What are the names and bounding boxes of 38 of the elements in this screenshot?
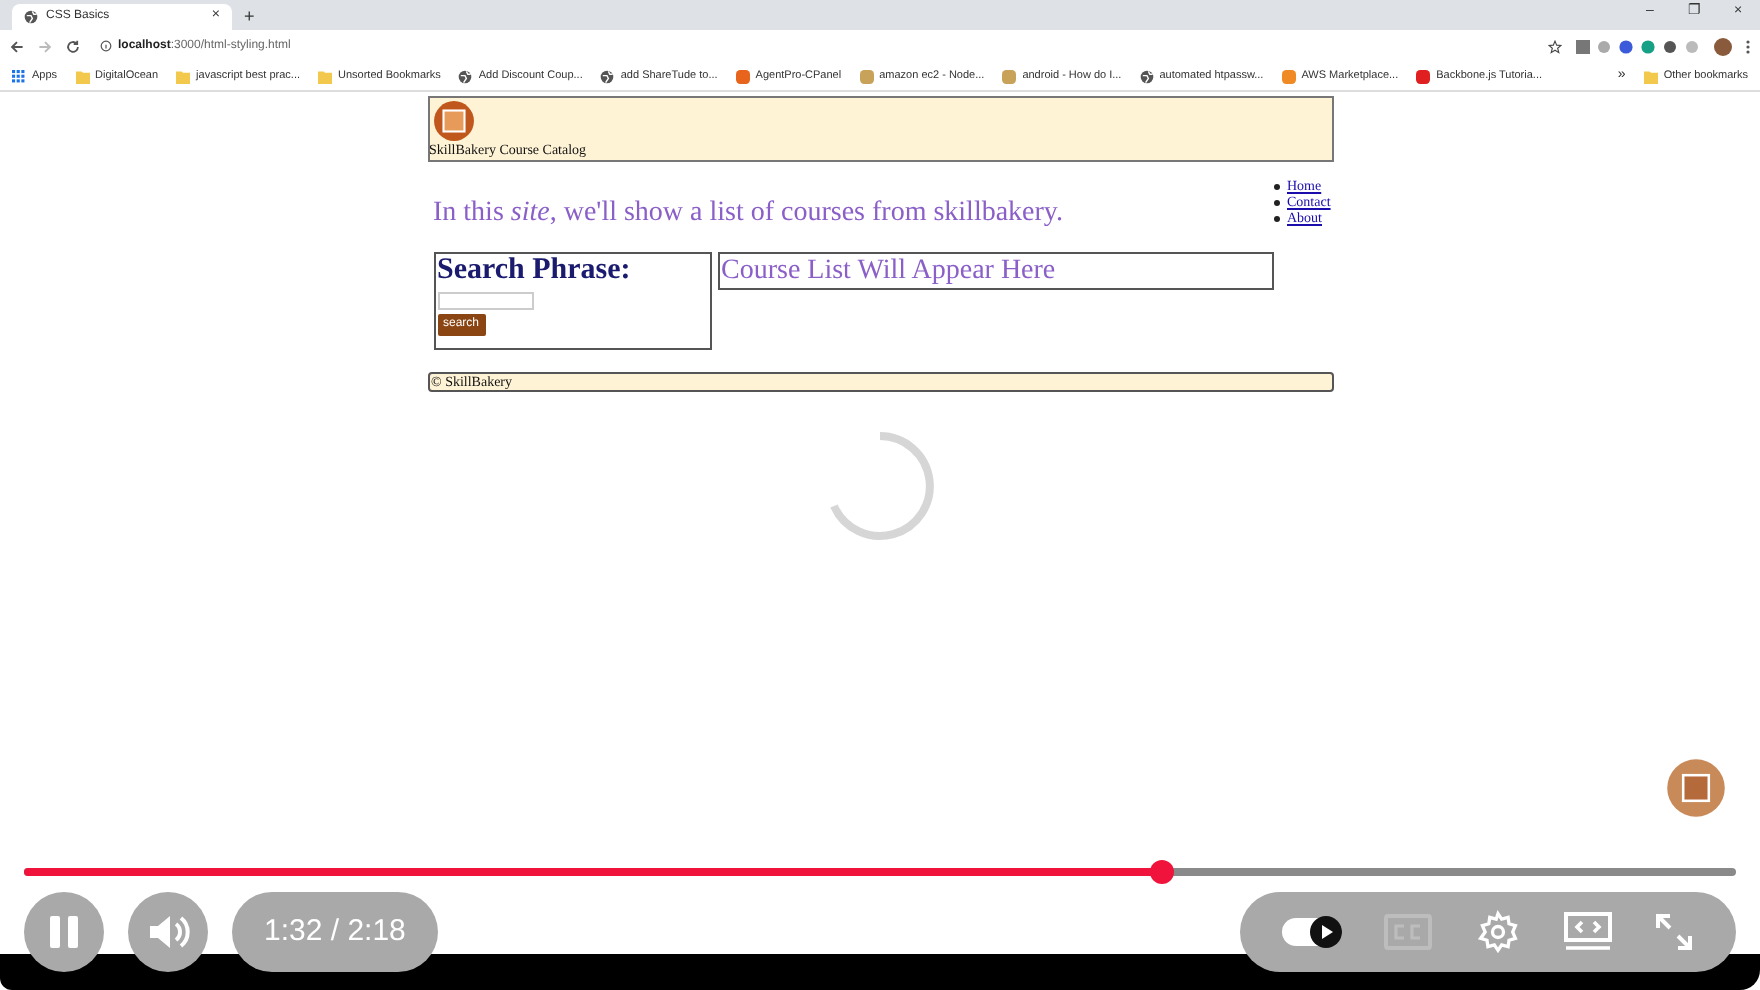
avatar-icon[interactable] [1714,37,1732,55]
volume-button[interactable] [128,892,208,972]
progress-thumb[interactable] [1150,860,1175,884]
site-icon [859,69,874,83]
search-heading: Search Phrase: [437,254,631,288]
bullet-icon [1273,199,1279,205]
globe-icon [24,10,38,24]
globe-icon [600,69,615,83]
new-tab-button[interactable]: + [244,4,255,30]
autoplay-toggle[interactable] [1281,918,1342,946]
speaker-icon [146,912,190,952]
folder-icon [176,69,191,83]
course-list-box: Course List Will Appear Here [717,252,1273,290]
pause-button[interactable] [24,892,104,972]
site-icon [1002,69,1017,83]
globe-icon [1139,69,1154,83]
folder-icon [318,69,333,83]
pause-icon [48,914,80,950]
intro-text: In this site, we'll show a list of courses from skillbakery. [433,196,1066,232]
time-display: 1:32 / 2:18 [232,892,438,972]
back-icon[interactable] [10,39,24,53]
folder-icon [1643,69,1658,83]
play-icon [1309,916,1342,948]
site-icon [1416,69,1431,83]
globe-icon [458,69,473,83]
site-icon [735,69,750,83]
logo-icon [431,100,475,142]
folder-icon [75,69,90,83]
info-icon [100,40,112,52]
site-icon [1281,69,1296,83]
cookie-logo-icon [1664,756,1728,820]
grid-icon [12,69,26,83]
reload-icon[interactable] [66,39,80,53]
extension-icons-drawing[interactable] [1576,39,1700,53]
search-input[interactable] [437,292,533,310]
star-icon[interactable] [1548,39,1562,53]
bullet-icon [1273,215,1279,221]
bullet-icon [1273,183,1279,189]
